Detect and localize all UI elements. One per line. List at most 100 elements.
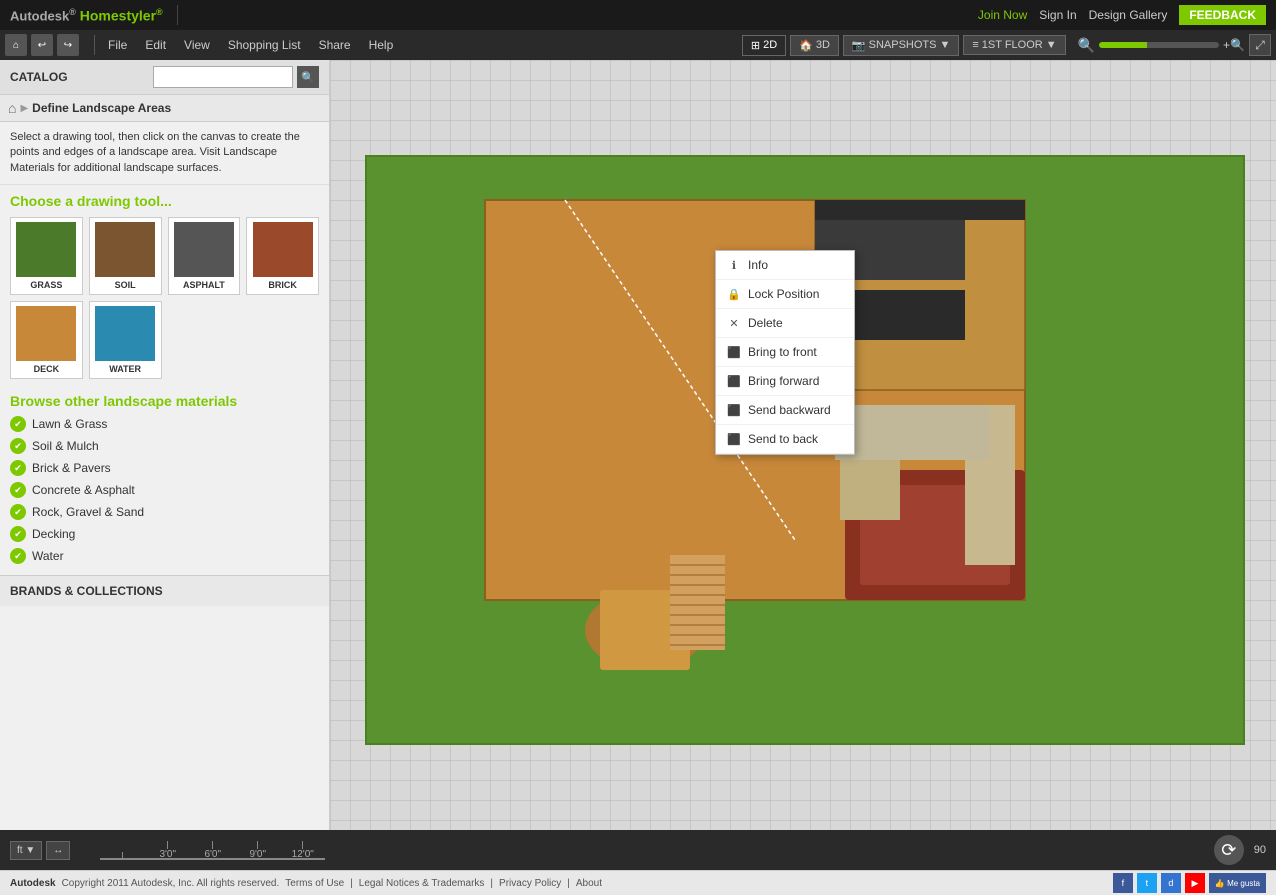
browse-concrete-asphalt[interactable]: ✔ Concrete & Asphalt [10, 479, 319, 501]
shopping-list-menu[interactable]: Shopping List [220, 34, 309, 56]
zoom-out-button[interactable]: 🔍 [1078, 37, 1095, 54]
file-menu[interactable]: File [100, 34, 135, 56]
edit-menu[interactable]: Edit [137, 34, 174, 56]
soil-mulch-label: Soil & Mulch [32, 439, 99, 453]
tool-asphalt[interactable]: ASPHALT [168, 217, 241, 295]
send-to-back-icon: ⬛ [726, 431, 742, 447]
ctx-lock-label: Lock Position [748, 287, 819, 301]
logo: Autodesk® Homestyler® [10, 7, 163, 24]
toolbar-icons: ⌂ ↩ ↪ [5, 34, 79, 56]
browse-decking[interactable]: ✔ Decking [10, 523, 319, 545]
browse-brick-pavers[interactable]: ✔ Brick & Pavers [10, 457, 319, 479]
concrete-asphalt-label: Concrete & Asphalt [32, 483, 135, 497]
concrete-asphalt-icon: ✔ [10, 482, 26, 498]
browse-rock-gravel[interactable]: ✔ Rock, Gravel & Sand [10, 501, 319, 523]
browse-lawn-grass[interactable]: ✔ Lawn & Grass [10, 413, 319, 435]
tool-water[interactable]: WATER [89, 301, 162, 379]
ruler-line [100, 858, 325, 860]
delicious-icon[interactable]: d [1161, 873, 1181, 893]
brick-label: BRICK [268, 280, 297, 290]
feedback-button[interactable]: FEEDBACK [1179, 5, 1266, 25]
brick-pavers-icon: ✔ [10, 460, 26, 476]
compass-icon: ⟳ [1214, 835, 1244, 865]
copyright-text: Copyright 2011 Autodesk, Inc. All rights… [62, 878, 280, 889]
zoom-value: 90 [1254, 844, 1266, 856]
floor-button[interactable]: ≡ 1ST FLOOR ▼ [963, 35, 1065, 55]
ctx-delete[interactable]: ✕ Delete [716, 309, 854, 338]
brands-section: BRANDS & COLLECTIONS [0, 575, 329, 606]
design-gallery-link[interactable]: Design Gallery [1089, 8, 1168, 22]
ruler-controls: ft ▼ ↔ [10, 841, 70, 860]
zoom-bar: 🔍 +🔍 [1078, 37, 1245, 54]
redo-icon[interactable]: ↪ [57, 34, 79, 56]
autodesk-brand: Autodesk [10, 878, 56, 889]
youtube-icon[interactable]: ▶ [1185, 873, 1205, 893]
asphalt-label: ASPHALT [183, 280, 225, 290]
undo-icon[interactable]: ↩ [31, 34, 53, 56]
view-3d-button[interactable]: 🏠 3D [790, 35, 839, 56]
context-menu: ℹ Info 🔒 Lock Position ✕ Delete ⬛ Bring … [715, 250, 855, 455]
tool-soil[interactable]: SOIL [89, 217, 162, 295]
ctx-info[interactable]: ℹ Info [716, 251, 854, 280]
ruler-toggle-button[interactable]: ↔ [46, 841, 70, 860]
sidebar: CATALOG 🔍 ⌂ ▶ Define Landscape Areas Sel… [0, 60, 330, 830]
breadcrumb: ⌂ ▶ Define Landscape Areas [0, 95, 329, 122]
tick [212, 841, 213, 849]
share-menu[interactable]: Share [311, 34, 359, 56]
water-thumbnail [95, 306, 155, 361]
search-button[interactable]: 🔍 [297, 66, 319, 88]
terms-link[interactable]: Terms of Use [285, 878, 344, 889]
menu-bar: ⌂ ↩ ↪ File Edit View Shopping List Share… [0, 30, 1276, 60]
ctx-lock-position[interactable]: 🔒 Lock Position [716, 280, 854, 309]
soil-thumbnail [95, 222, 155, 277]
ctx-send-backward[interactable]: ⬛ Send backward [716, 396, 854, 425]
floor-icon: ≡ [972, 39, 978, 51]
deck-label: DECK [34, 364, 60, 374]
zoom-in-button[interactable]: +🔍 [1223, 38, 1245, 52]
ctx-bring-to-front[interactable]: ⬛ Bring to front [716, 338, 854, 367]
search-input[interactable] [153, 66, 293, 88]
description-text: Select a drawing tool, then click on the… [0, 122, 329, 185]
drawing-tools-title: Choose a drawing tool... [0, 185, 329, 213]
tool-brick[interactable]: BRICK [246, 217, 319, 295]
ctx-bring-forward-label: Bring forward [748, 374, 819, 388]
water-browse-icon: ✔ [10, 548, 26, 564]
breadcrumb-home-icon[interactable]: ⌂ [8, 100, 16, 116]
browse-soil-mulch[interactable]: ✔ Soil & Mulch [10, 435, 319, 457]
canvas-area[interactable]: ℹ Info 🔒 Lock Position ✕ Delete ⬛ Bring … [330, 60, 1276, 830]
privacy-link[interactable]: Privacy Policy [499, 878, 561, 889]
tick [257, 841, 258, 849]
snapshots-button[interactable]: 📷 SNAPSHOTS ▼ [843, 35, 959, 56]
zoom-slider[interactable] [1099, 42, 1219, 48]
soil-label: SOIL [115, 280, 136, 290]
join-now-link[interactable]: Join Now [978, 8, 1027, 22]
view-menu[interactable]: View [176, 34, 218, 56]
grass-thumbnail [16, 222, 76, 277]
like-button[interactable]: 👍 Me gusta [1209, 873, 1266, 893]
tool-grid: GRASS SOIL ASPHALT BRICK DECK WATER [0, 213, 329, 387]
browse-list: ✔ Lawn & Grass ✔ Soil & Mulch ✔ Brick & … [0, 413, 329, 575]
brick-pavers-label: Brick & Pavers [32, 461, 111, 475]
about-link[interactable]: About [576, 878, 602, 889]
decking-icon: ✔ [10, 526, 26, 542]
ctx-send-to-back[interactable]: ⬛ Send to back [716, 425, 854, 454]
expand-button[interactable]: ⤢ [1249, 34, 1271, 56]
help-menu[interactable]: Help [361, 34, 402, 56]
tool-grass[interactable]: GRASS [10, 217, 83, 295]
twitter-icon[interactable]: t [1137, 873, 1157, 893]
breadcrumb-title: Define Landscape Areas [32, 101, 171, 115]
ctx-bring-forward[interactable]: ⬛ Bring forward [716, 367, 854, 396]
legal-link[interactable]: Legal Notices & Trademarks [359, 878, 485, 889]
ft-unit-button[interactable]: ft ▼ [10, 841, 42, 860]
facebook-icon[interactable]: f [1113, 873, 1133, 893]
home-icon[interactable]: ⌂ [5, 34, 27, 56]
brick-thumbnail [253, 222, 313, 277]
view-2d-button[interactable]: ⊞ 2D [742, 35, 786, 56]
lawn-grass-icon: ✔ [10, 416, 26, 432]
social-icons: f t d ▶ 👍 Me gusta [1113, 873, 1266, 893]
sign-in-link[interactable]: Sign In [1039, 8, 1076, 22]
tick [302, 841, 303, 849]
browse-water[interactable]: ✔ Water [10, 545, 319, 567]
tool-deck[interactable]: DECK [10, 301, 83, 379]
delete-icon: ✕ [726, 315, 742, 331]
